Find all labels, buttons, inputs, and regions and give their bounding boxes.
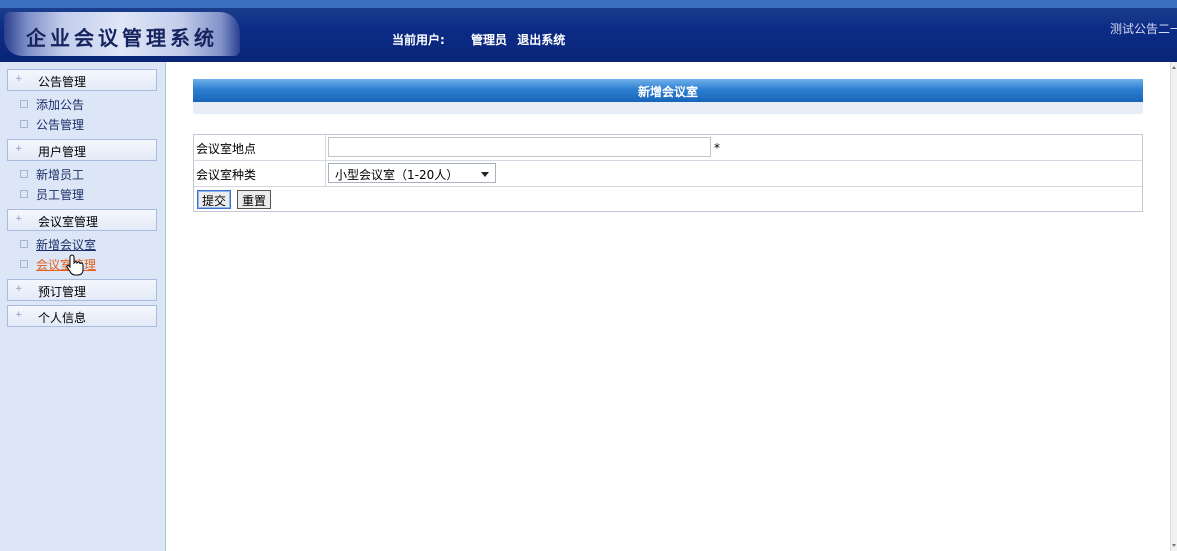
current-user: 管理员 xyxy=(471,33,508,47)
title-underlay xyxy=(193,102,1143,114)
main-content: 新增会议室 会议室地点 * 会议室种类 小型会议室（1-20人） 提交 重置 xyxy=(167,62,1170,551)
bullet-icon xyxy=(20,259,28,268)
sidebar-group-profile[interactable]: + 个人信息 xyxy=(7,305,157,327)
form-row-type: 会议室种类 小型会议室（1-20人） xyxy=(194,161,1142,187)
expand-icon: + xyxy=(15,214,23,224)
sidebar-group-label: 公告管理 xyxy=(38,75,87,89)
sidebar-group-label: 会议室管理 xyxy=(38,215,99,229)
expand-icon: + xyxy=(15,310,23,320)
room-type-select[interactable]: 小型会议室（1-20人） xyxy=(328,163,496,183)
sidebar-item-room-manage[interactable]: 会议室管理 xyxy=(20,256,96,274)
bullet-icon xyxy=(20,239,28,248)
bullet-icon xyxy=(20,169,28,178)
user-bar: 当前用户: 管理员 退出系统 xyxy=(392,31,571,48)
sidebar-item-employee-manage[interactable]: 员工管理 xyxy=(20,186,84,204)
notice-marquee[interactable]: 测试公告二一 xyxy=(1110,20,1177,37)
vertical-scrollbar[interactable] xyxy=(1170,62,1177,551)
sidebar-item-label: 新增会议室 xyxy=(36,238,97,252)
current-user-label: 当前用户: xyxy=(392,33,445,47)
expand-icon: + xyxy=(15,284,23,294)
location-cell: * xyxy=(328,137,720,157)
scroll-up-icon[interactable] xyxy=(1172,66,1176,69)
sidebar-group-label: 预订管理 xyxy=(38,285,87,299)
app-logo: 企业会议管理系统 xyxy=(4,12,240,56)
sidebar-item-label: 公告管理 xyxy=(36,118,85,132)
sidebar-group-bookings[interactable]: + 预订管理 xyxy=(7,279,157,301)
form-actions: 提交 重置 xyxy=(194,187,1142,211)
required-mark: * xyxy=(714,141,720,155)
sidebar-group-label: 用户管理 xyxy=(38,145,87,159)
hand-cursor-icon xyxy=(66,254,84,276)
sidebar-group-rooms[interactable]: + 会议室管理 xyxy=(7,209,157,231)
bullet-icon xyxy=(20,189,28,198)
sidebar-group-users[interactable]: + 用户管理 xyxy=(7,139,157,161)
logout-link[interactable]: 退出系统 xyxy=(517,33,565,47)
sidebar-item-announcement-manage[interactable]: 公告管理 xyxy=(20,116,84,134)
sidebar-group-announcements[interactable]: + 公告管理 xyxy=(7,69,157,91)
expand-icon: + xyxy=(15,144,23,154)
sidebar-item-label: 添加公告 xyxy=(36,98,85,112)
type-label: 会议室种类 xyxy=(194,161,326,187)
location-label: 会议室地点 xyxy=(194,135,326,161)
app-title: 企业会议管理系统 xyxy=(26,26,218,50)
scroll-down-icon[interactable] xyxy=(1172,544,1176,547)
sidebar-item-add-employee[interactable]: 新增员工 xyxy=(20,166,84,184)
submit-button[interactable]: 提交 xyxy=(197,190,232,209)
sidebar-item-add-announcement[interactable]: 添加公告 xyxy=(20,96,84,114)
expand-icon: + xyxy=(15,74,23,84)
location-input[interactable] xyxy=(328,137,711,157)
room-type-selected: 小型会议室（1-20人） xyxy=(335,168,459,182)
reset-button[interactable]: 重置 xyxy=(237,190,272,209)
header: 企业会议管理系统 当前用户: 管理员 退出系统 测试公告二一 xyxy=(0,0,1177,62)
page-title-bar: 新增会议室 xyxy=(193,79,1143,102)
sidebar-group-label: 个人信息 xyxy=(38,311,87,325)
page-title: 新增会议室 xyxy=(637,85,698,99)
sidebar-item-label: 新增员工 xyxy=(36,168,85,182)
type-cell: 小型会议室（1-20人） xyxy=(328,163,496,183)
sidebar-item-add-room[interactable]: 新增会议室 xyxy=(20,236,96,254)
bullet-icon xyxy=(20,99,28,108)
sidebar: + 公告管理 添加公告 公告管理 + 用户管理 新增员工 员工管理 + 会议室管… xyxy=(0,62,166,551)
add-room-form: 会议室地点 * 会议室种类 小型会议室（1-20人） 提交 重置 xyxy=(193,134,1143,212)
sidebar-item-label: 员工管理 xyxy=(36,188,85,202)
dropdown-arrow-icon xyxy=(481,172,489,177)
form-row-location: 会议室地点 * xyxy=(194,135,1142,161)
bullet-icon xyxy=(20,119,28,128)
